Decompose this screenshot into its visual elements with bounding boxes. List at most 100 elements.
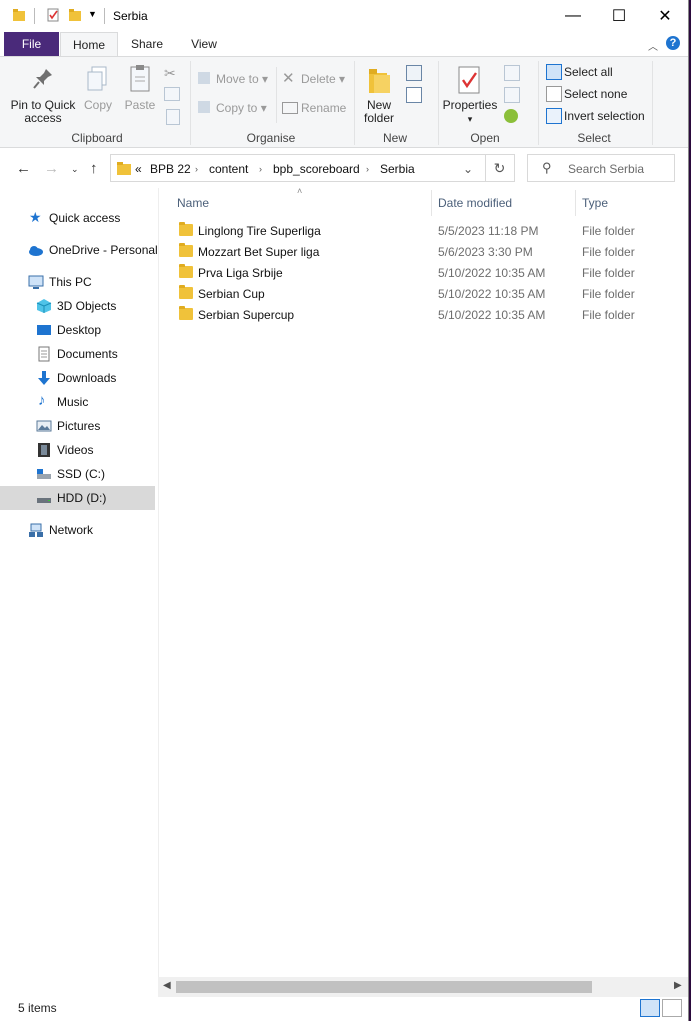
breadcrumb-bpb-scoreboard[interactable]: bpb_scoreboard bbox=[273, 162, 360, 176]
sidebar-item-onedrive[interactable]: OneDrive - Personal bbox=[0, 238, 158, 262]
scroll-right-icon[interactable]: ▶ bbox=[674, 980, 682, 991]
table-row[interactable]: Prva Liga Srbije 5/10/2022 10:35 AM File… bbox=[173, 263, 673, 284]
copy-button[interactable]: Copy bbox=[80, 99, 116, 112]
network-icon bbox=[29, 523, 43, 537]
breadcrumb-overflow[interactable]: « bbox=[135, 162, 142, 176]
sidebar-item-ssd-c[interactable]: SSD (C:) bbox=[0, 462, 155, 486]
select-all-button[interactable]: Select all bbox=[564, 66, 613, 79]
sidebar-label: Network bbox=[49, 523, 94, 537]
select-none-button[interactable]: Select none bbox=[564, 88, 627, 101]
invert-selection-button[interactable]: Invert selection bbox=[564, 110, 645, 123]
scroll-left-icon[interactable]: ◀ bbox=[163, 980, 171, 991]
table-row[interactable]: Linglong Tire Superliga 5/5/2023 11:18 P… bbox=[173, 221, 673, 242]
help-icon[interactable]: ? bbox=[666, 36, 680, 50]
delete-button[interactable]: Delete ▾ bbox=[301, 73, 345, 86]
clipboard-group-label: Clipboard bbox=[71, 131, 123, 145]
search-box[interactable]: ⚲ Search Serbia bbox=[527, 154, 675, 182]
sidebar-item-network[interactable]: Network bbox=[0, 518, 155, 542]
easy-access-icon[interactable] bbox=[406, 87, 422, 103]
rename-button[interactable]: Rename bbox=[301, 102, 346, 115]
ribbon-tabs: File Home Share View ︿ ? bbox=[0, 32, 688, 56]
breadcrumb-content[interactable]: content bbox=[209, 162, 248, 176]
star-icon: ★ bbox=[29, 209, 42, 225]
recent-locations-icon[interactable]: ⌄ bbox=[71, 164, 79, 175]
breadcrumb-chevron-icon[interactable]: › bbox=[366, 164, 369, 174]
breadcrumb-serbia[interactable]: Serbia bbox=[380, 162, 415, 176]
table-row[interactable]: Mozzart Bet Super liga 5/6/2023 3:30 PM … bbox=[173, 242, 673, 263]
sidebar-item-downloads[interactable]: Downloads bbox=[0, 366, 155, 390]
horizontal-scrollbar[interactable]: ◀ ▶ bbox=[158, 977, 688, 997]
new-folder-button[interactable]: New folder bbox=[358, 99, 400, 125]
properties-quick-icon[interactable] bbox=[46, 8, 60, 22]
tab-home[interactable]: Home bbox=[60, 32, 118, 56]
open-icon[interactable] bbox=[504, 65, 520, 81]
sidebar-label: Quick access bbox=[49, 211, 121, 225]
sidebar-label: SSD (C:) bbox=[57, 467, 105, 481]
large-icons-view-icon[interactable] bbox=[662, 999, 682, 1017]
column-header-name[interactable]: Name bbox=[177, 196, 209, 210]
paste-button[interactable]: Paste bbox=[120, 99, 160, 112]
back-arrow-icon[interactable]: ← bbox=[16, 160, 31, 177]
paste-shortcut-icon[interactable] bbox=[166, 109, 180, 125]
column-header-date[interactable]: Date modified bbox=[438, 196, 512, 210]
sidebar-item-this-pc[interactable]: This PC bbox=[0, 270, 155, 294]
cloud-icon bbox=[29, 246, 43, 256]
up-arrow-icon[interactable]: ↑ bbox=[90, 160, 98, 177]
organise-group-label: Organise bbox=[246, 131, 296, 145]
new-item-icon[interactable] bbox=[406, 65, 422, 81]
sidebar-label: Documents bbox=[57, 347, 118, 361]
file-name: Mozzart Bet Super liga bbox=[198, 245, 320, 259]
select-all-icon bbox=[546, 64, 562, 80]
breadcrumb-chevron-icon[interactable]: › bbox=[195, 164, 198, 174]
sidebar-item-3d-objects[interactable]: 3D Objects bbox=[0, 294, 155, 318]
forward-arrow-icon[interactable]: → bbox=[44, 160, 59, 177]
table-row[interactable]: Serbian Supercup 5/10/2022 10:35 AM File… bbox=[173, 305, 673, 326]
address-dropdown-icon[interactable]: ⌄ bbox=[463, 162, 473, 176]
tab-file[interactable]: File bbox=[4, 32, 59, 56]
table-row[interactable]: Serbian Cup 5/10/2022 10:35 AM File fold… bbox=[173, 284, 673, 305]
properties-label: Properties bbox=[442, 98, 498, 112]
tab-share[interactable]: Share bbox=[118, 32, 176, 56]
new-folder-quick-icon[interactable] bbox=[68, 8, 82, 22]
refresh-icon[interactable]: ↻ bbox=[485, 154, 515, 182]
properties-button[interactable]: Properties ▾ bbox=[442, 99, 498, 126]
file-explorer-window: ▼ Serbia — ☐ ✕ File Home Share View ︿ ? … bbox=[0, 0, 689, 1021]
minimize-button[interactable]: — bbox=[550, 0, 596, 32]
pin-to-quick-access-button[interactable]: Pin to Quick access bbox=[8, 99, 78, 125]
copy-to-button[interactable]: Copy to ▾ bbox=[216, 102, 267, 115]
properties-icon bbox=[458, 66, 480, 94]
tab-view[interactable]: View bbox=[176, 32, 232, 56]
address-bar[interactable]: « BPB 22 › content › bpb_scoreboard › Se… bbox=[110, 154, 486, 182]
breadcrumb-chevron-icon[interactable]: › bbox=[259, 164, 262, 174]
sidebar-item-desktop[interactable]: Desktop bbox=[0, 318, 155, 342]
sidebar-item-hdd-d[interactable]: HDD (D:) bbox=[0, 486, 155, 510]
file-type: File folder bbox=[582, 287, 635, 301]
window-title: Serbia bbox=[113, 9, 148, 23]
breadcrumb-bpb22[interactable]: BPB 22 bbox=[150, 162, 191, 176]
edit-icon[interactable] bbox=[504, 87, 520, 103]
file-name: Linglong Tire Superliga bbox=[198, 224, 321, 238]
file-type: File folder bbox=[582, 224, 635, 238]
history-icon[interactable] bbox=[504, 109, 518, 123]
sidebar-item-pictures[interactable]: Pictures bbox=[0, 414, 155, 438]
navigation-bar: ← → ⌄ ↑ « BPB 22 › content › bpb_scorebo… bbox=[0, 148, 688, 188]
sidebar-item-videos[interactable]: Videos bbox=[0, 438, 155, 462]
sidebar-item-documents[interactable]: Documents bbox=[0, 342, 155, 366]
column-header-type[interactable]: Type bbox=[582, 196, 608, 210]
sidebar-item-music[interactable]: ♪ Music bbox=[0, 390, 155, 414]
cut-icon[interactable]: ✂ bbox=[164, 65, 176, 82]
file-type: File folder bbox=[582, 245, 635, 259]
sidebar-label: This PC bbox=[49, 275, 92, 289]
desktop-icon bbox=[37, 325, 51, 335]
customize-quick-access-icon[interactable]: ▼ bbox=[88, 9, 97, 19]
sidebar-item-quick-access[interactable]: ★ Quick access bbox=[0, 206, 155, 230]
move-to-button[interactable]: Move to ▾ bbox=[216, 73, 268, 86]
details-view-icon[interactable] bbox=[640, 999, 660, 1017]
video-icon bbox=[38, 443, 50, 457]
copy-path-icon[interactable] bbox=[164, 87, 180, 101]
maximize-button[interactable]: ☐ bbox=[596, 0, 642, 32]
search-placeholder: Search Serbia bbox=[568, 162, 645, 176]
close-button[interactable]: ✕ bbox=[642, 0, 688, 32]
collapse-ribbon-icon[interactable]: ︿ bbox=[648, 38, 658, 53]
scrollbar-thumb[interactable] bbox=[176, 981, 592, 993]
